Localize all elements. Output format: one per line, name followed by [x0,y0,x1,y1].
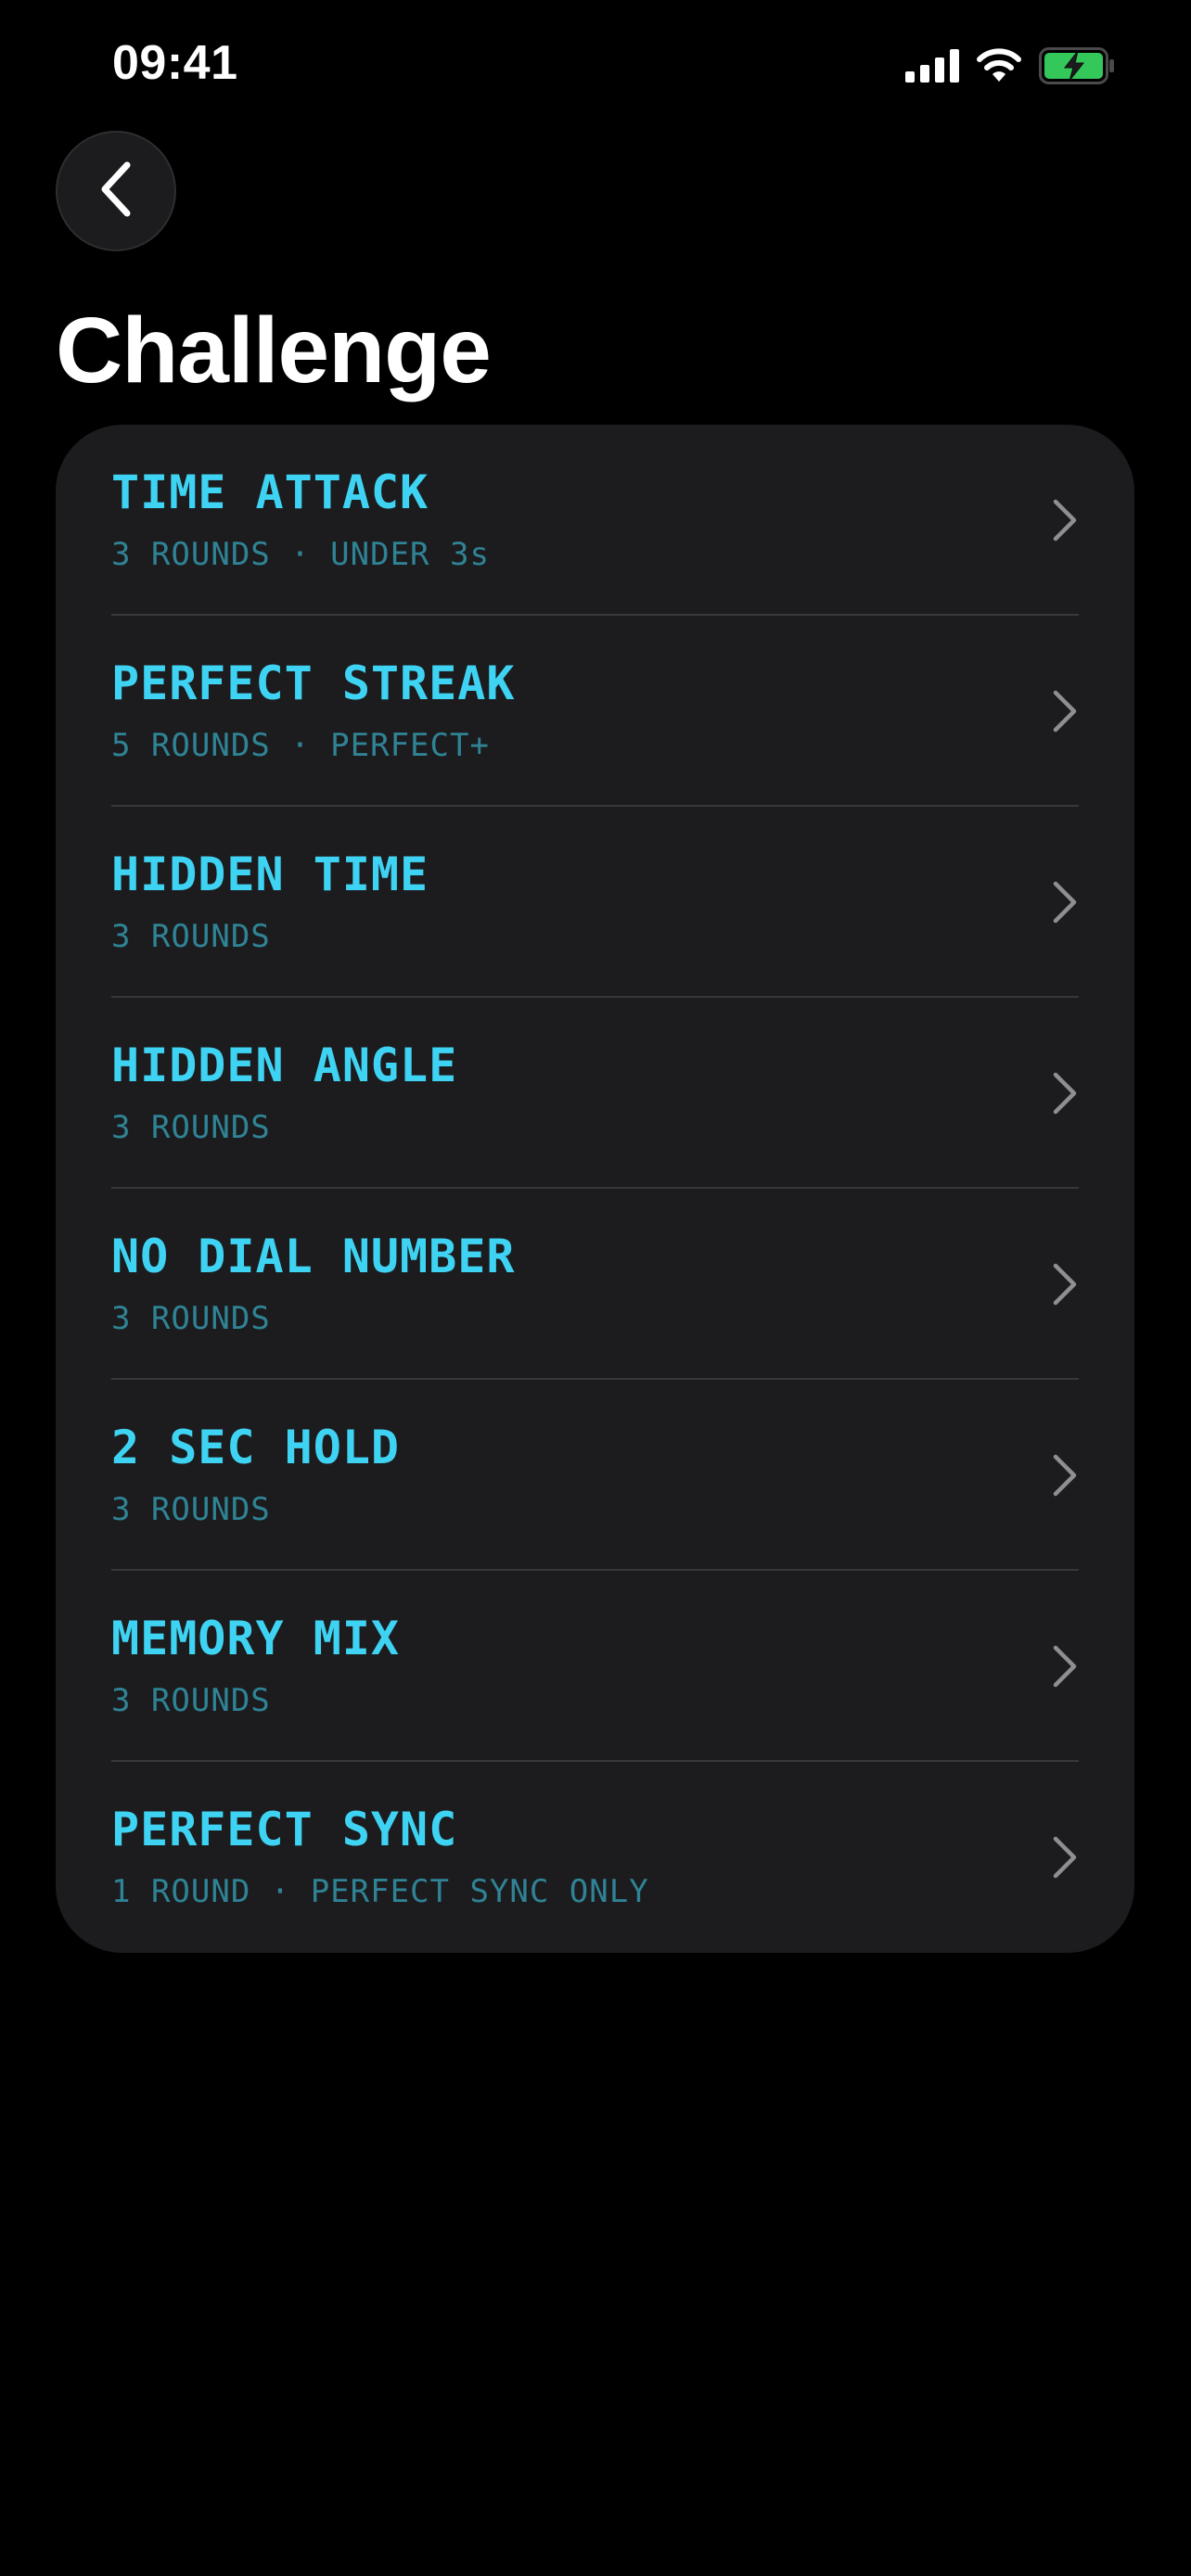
challenge-subtitle: 3 ROUNDS [111,1682,271,1719]
status-bar: 09:41 [0,0,1191,130]
challenge-title: NO DIAL NUMBER [111,1230,516,1283]
chevron-right-icon [1053,1263,1077,1306]
chevron-right-icon [1053,690,1077,733]
battery-charging-icon [1039,46,1115,89]
challenge-title: PERFECT SYNC [111,1803,458,1856]
chevron-right-icon [1053,881,1077,924]
challenge-item-perfect-streak[interactable]: PERFECT STREAK 5 ROUNDS · PERFECT+ [111,616,1079,807]
challenge-item-2-sec-hold[interactable]: 2 SEC HOLD 3 ROUNDS [111,1380,1079,1571]
challenge-subtitle: 1 ROUND · PERFECT SYNC ONLY [111,1873,649,1910]
challenge-subtitle: 3 ROUNDS [111,918,271,955]
chevron-right-icon [1053,1836,1077,1879]
challenge-title: HIDDEN ANGLE [111,1039,458,1092]
challenge-item-memory-mix[interactable]: MEMORY MIX 3 ROUNDS [111,1571,1079,1762]
cellular-signal-icon [905,48,959,87]
challenge-subtitle: 3 ROUNDS · UNDER 3s [111,536,490,573]
challenge-subtitle: 5 ROUNDS · PERFECT+ [111,727,490,764]
chevron-right-icon [1053,499,1077,542]
challenge-title: HIDDEN TIME [111,848,429,901]
challenge-title: TIME ATTACK [111,465,429,519]
challenge-item-time-attack[interactable]: TIME ATTACK 3 ROUNDS · UNDER 3s [111,425,1079,616]
challenge-item-hidden-angle[interactable]: HIDDEN ANGLE 3 ROUNDS [111,998,1079,1189]
challenge-item-perfect-sync[interactable]: PERFECT SYNC 1 ROUND · PERFECT SYNC ONLY [111,1762,1079,1953]
page-title: Challenge [56,299,492,402]
chevron-right-icon [1053,1072,1077,1115]
challenge-item-hidden-time[interactable]: HIDDEN TIME 3 ROUNDS [111,807,1079,998]
chevron-right-icon [1053,1454,1077,1497]
challenge-title: 2 SEC HOLD [111,1421,401,1474]
status-time: 09:41 [112,36,238,90]
challenge-title: MEMORY MIX [111,1612,401,1665]
status-icons [905,46,1115,89]
wifi-icon [976,47,1022,88]
challenge-subtitle: 3 ROUNDS [111,1109,271,1146]
challenge-item-no-dial-number[interactable]: NO DIAL NUMBER 3 ROUNDS [111,1189,1079,1380]
challenge-title: PERFECT STREAK [111,657,516,710]
challenge-subtitle: 3 ROUNDS [111,1491,271,1528]
challenge-subtitle: 3 ROUNDS [111,1300,271,1337]
challenge-list: TIME ATTACK 3 ROUNDS · UNDER 3s PERFECT … [56,425,1134,1953]
chevron-left-icon [96,159,136,223]
back-button[interactable] [56,131,176,251]
chevron-right-icon [1053,1645,1077,1688]
